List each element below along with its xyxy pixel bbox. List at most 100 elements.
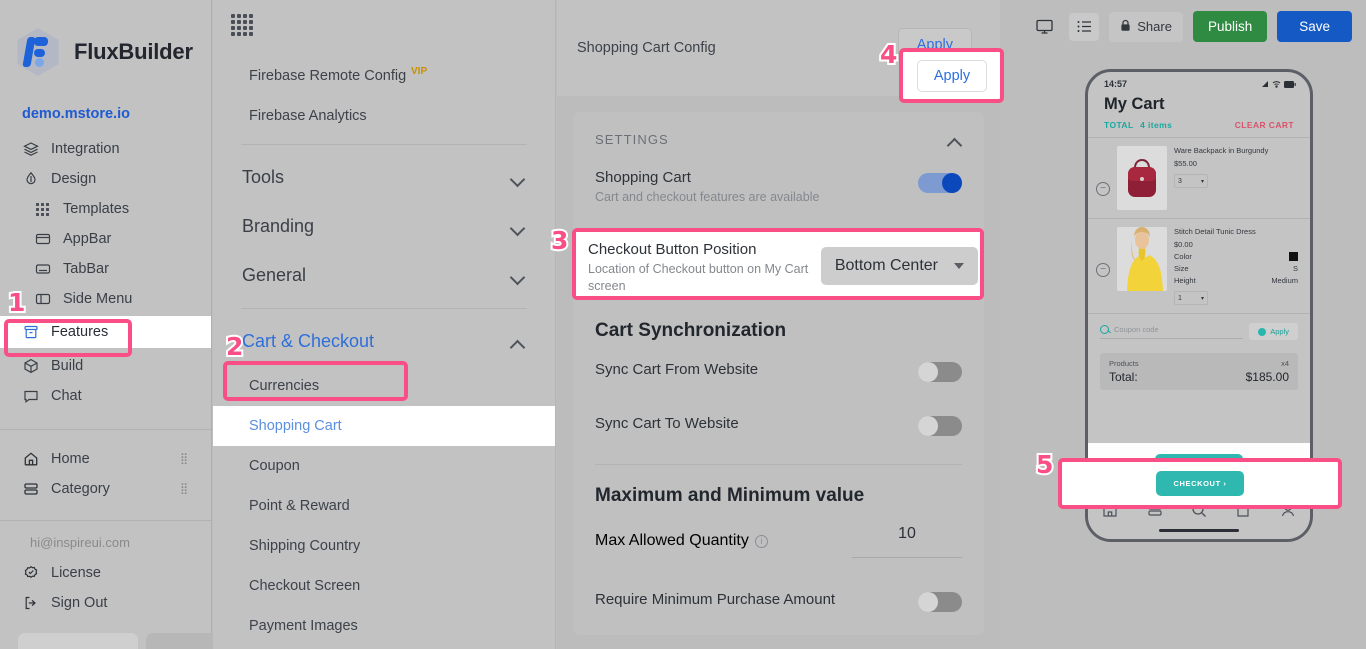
checkout-position-row-overlay: Checkout Button Position Location of Che… — [588, 238, 978, 292]
menu-item-currencies[interactable]: Currencies — [213, 366, 555, 406]
product-attribute-color: Color — [1174, 252, 1298, 261]
apps-grid-icon[interactable] — [231, 14, 253, 36]
quantity-dropdown[interactable]: 1 ▾ — [1174, 291, 1208, 305]
bottom-chip[interactable] — [18, 633, 138, 649]
sidebar-item-label: Templates — [63, 201, 129, 217]
sidebar-item-license[interactable]: License — [0, 558, 211, 588]
appbar-icon — [34, 231, 51, 248]
sidebar-item-side-menu[interactable]: Side Menu — [0, 284, 211, 314]
setting-row-sync-to-website: Sync Cart To Website — [573, 394, 984, 446]
chevron-down-icon: ▾ — [1201, 178, 1204, 185]
setting-label: Sync Cart From Website — [595, 361, 758, 378]
droplet-icon — [22, 171, 39, 188]
sync-cart-from-website-toggle[interactable] — [918, 362, 962, 382]
sidebar-item-tabbar[interactable]: TabBar — [0, 254, 211, 284]
setting-label: Require Minimum Purchase Amount — [595, 591, 835, 608]
step-badge-4: 4 — [880, 42, 897, 67]
remove-item-icon[interactable]: − — [1096, 263, 1110, 277]
sidebar-item-features[interactable]: Features — [0, 316, 211, 348]
sidebar-item-label: Design — [51, 171, 96, 187]
menu-item-firebase-remote-config[interactable]: Firebase Remote Config — [213, 56, 555, 96]
info-icon[interactable]: i — [755, 535, 768, 548]
feature-menu-panel: Firebase Remote Config Firebase Analytic… — [213, 0, 556, 649]
sidebar-item-label: Sign Out — [51, 595, 107, 611]
quantity-dropdown[interactable]: 3 ▾ — [1174, 174, 1208, 188]
preview-pane: 14:57 My Cart TOTAL 4 items CLEAR CART − — [1001, 0, 1366, 649]
save-button[interactable]: Save — [1277, 11, 1352, 42]
checkout-position-select[interactable]: Bottom Center — [821, 247, 978, 285]
total-text: Total: — [1109, 370, 1138, 384]
chevron-down-icon — [512, 174, 525, 182]
menu-item-checkout-screen[interactable]: Checkout Screen — [213, 566, 555, 606]
apply-button-overlay[interactable]: Apply — [917, 60, 987, 92]
menu-item-payment-images[interactable]: Payment Images — [213, 606, 555, 646]
chevron-up-icon[interactable] — [949, 136, 962, 144]
setting-label: Sync Cart To Website — [595, 415, 739, 432]
list-icon[interactable] — [1069, 13, 1099, 41]
section-divider — [595, 464, 962, 465]
remove-item-icon[interactable]: − — [1096, 182, 1110, 196]
total-items-count: 4 items — [1140, 120, 1172, 130]
product-name: Ware Backpack in Burgundy — [1174, 146, 1298, 155]
brand-name: FluxBuilder — [74, 39, 193, 65]
top-toolbar: Share Publish Save — [1029, 11, 1352, 42]
sidebar-item-templates[interactable]: Templates — [0, 194, 211, 224]
drag-handle-icon[interactable]: ⣿ — [180, 456, 189, 462]
sidebar-item-signout[interactable]: Sign Out — [0, 588, 211, 618]
store-url-link[interactable]: demo.mstore.io — [0, 84, 211, 134]
coupon-input[interactable]: Coupon code — [1100, 325, 1243, 339]
sync-cart-to-website-toggle[interactable] — [918, 416, 962, 436]
coupon-apply-button[interactable]: Apply — [1249, 323, 1298, 340]
sidebar-item-label: Side Menu — [63, 291, 132, 307]
require-min-purchase-toggle[interactable] — [918, 592, 962, 612]
settings-section-label: SETTINGS — [595, 132, 669, 147]
home-icon — [22, 451, 39, 468]
drag-handle-icon[interactable]: ⣿ — [180, 486, 189, 492]
shopping-cart-toggle[interactable] — [918, 173, 962, 193]
apply-button[interactable]: Apply — [917, 60, 987, 92]
chat-icon — [22, 388, 39, 405]
minmax-section-title: Maximum and Minimum value — [573, 471, 984, 511]
sidebar-item-integration[interactable]: Integration — [0, 134, 211, 164]
sidebar-shortcut-label: Category — [51, 481, 110, 497]
sidebar-item-design[interactable]: Design — [0, 164, 211, 194]
share-button[interactable]: Share — [1109, 12, 1183, 42]
apply-dot-icon — [1258, 328, 1266, 336]
max-quantity-input[interactable]: 10 — [852, 525, 962, 558]
step-badge-3: 3 — [551, 228, 568, 253]
sidebar-item-label: Chat — [51, 388, 82, 404]
menu-item-label: Coupon — [249, 458, 300, 474]
checkout-button[interactable]: CHECKOUT › — [1156, 471, 1243, 496]
setting-row-require-min-purchase: Require Minimum Purchase Amount — [573, 568, 984, 622]
menu-item-firebase-analytics[interactable]: Firebase Analytics — [213, 96, 555, 136]
attr-key: Height — [1174, 276, 1196, 285]
menu-group-general[interactable]: General — [213, 251, 555, 300]
sidebar-item-appbar[interactable]: AppBar — [0, 224, 211, 254]
clear-cart-button[interactable]: CLEAR CART — [1235, 120, 1294, 130]
sidebar-item-chat[interactable]: Chat — [0, 381, 211, 411]
settings-section-header[interactable]: SETTINGS — [573, 112, 984, 159]
menu-item-coupon[interactable]: Coupon — [213, 446, 555, 486]
menu-group-branding[interactable]: Branding — [213, 202, 555, 251]
menu-item-shipping-country[interactable]: Shipping Country — [213, 526, 555, 566]
cart-total-row: TOTAL 4 items CLEAR CART — [1088, 120, 1310, 137]
monitor-icon[interactable] — [1029, 13, 1059, 41]
menu-item-shopping-cart[interactable]: Shopping Cart — [213, 406, 555, 446]
totals-amount-row: Total: $185.00 — [1109, 370, 1289, 384]
menu-group-tools[interactable]: Tools — [213, 153, 555, 202]
grid-icon — [34, 201, 51, 218]
setting-label: Shopping Cart — [595, 169, 819, 186]
publish-button[interactable]: Publish — [1193, 11, 1267, 42]
checkout-position-value: Bottom Center — [835, 257, 938, 275]
menu-divider — [241, 144, 527, 145]
sidebar-shortcut-category[interactable]: Category ⣿ — [0, 474, 211, 504]
menu-item-point-reward[interactable]: Point & Reward — [213, 486, 555, 526]
cart-item-info: Stitch Detail Tunic Dress $0.00 Color Si… — [1174, 227, 1298, 305]
menu-group-cart-checkout[interactable]: Cart & Checkout — [213, 317, 555, 366]
sidebar-shortcut-label: Home — [51, 451, 90, 467]
sidebar-shortcut-home[interactable]: Home ⣿ — [0, 444, 211, 474]
category-icon — [22, 481, 39, 498]
sidebar-item-build[interactable]: Build — [0, 351, 211, 381]
step-badge-1: 1 — [8, 290, 25, 315]
menu-group-label: Branding — [242, 216, 314, 237]
